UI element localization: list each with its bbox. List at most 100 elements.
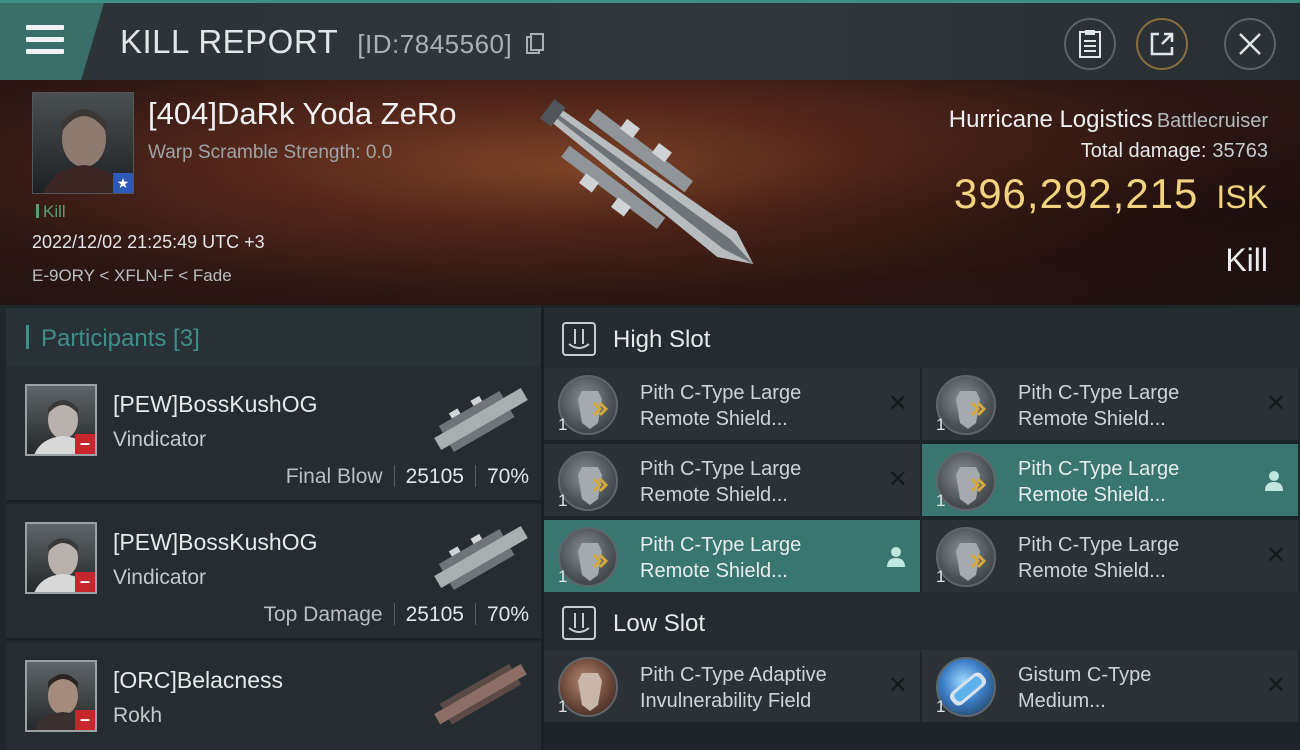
- clipboard-button[interactable]: [1064, 18, 1116, 70]
- stat-divider: [474, 465, 476, 487]
- participant-row[interactable]: – [PEW]BossKushOG Vindicator Top Damage 2…: [6, 504, 541, 640]
- participant-damage: 25105: [405, 603, 464, 626]
- module-name-line2: Remote Shield...: [640, 408, 788, 430]
- module-quantity: 1: [558, 567, 568, 586]
- menu-button[interactable]: [0, 3, 104, 80]
- module-quantity: 1: [936, 567, 946, 586]
- export-button[interactable]: [1136, 18, 1188, 70]
- module-name-line1: Pith C-Type Large: [1018, 382, 1180, 404]
- stat-divider: [393, 603, 395, 625]
- participant-row[interactable]: – [PEW]BossKushOG Vindicator Final Blow 2…: [6, 366, 541, 502]
- participants-title: Participants [3]: [26, 325, 200, 353]
- module-quantity: 1: [558, 491, 568, 510]
- module-name: Pith C-Type Large Remote Shield...: [1018, 532, 1258, 584]
- participant-ship: Vindicator: [113, 428, 207, 451]
- avatar[interactable]: –: [25, 522, 97, 594]
- module-name-line1: Gistum C-Type: [1018, 664, 1152, 686]
- participant-stats: Final Blow 25105 70%: [286, 465, 529, 489]
- hostile-badge-icon: –: [75, 710, 95, 730]
- module-name-line2: Remote Shield...: [1018, 484, 1166, 506]
- module-name-line1: Pith C-Type Large: [1018, 458, 1180, 480]
- module-name-line2: Remote Shield...: [640, 560, 788, 582]
- participant-ship-image: [434, 525, 528, 590]
- module-quantity: 1: [936, 697, 946, 716]
- participant-name[interactable]: [ORC]Belacness: [113, 667, 283, 694]
- kill-location-route[interactable]: E-9ORY < XFLN-F < Fade: [32, 266, 232, 286]
- module-name: Pith C-Type Large Remote Shield...: [1018, 380, 1258, 432]
- module-name-line2: Remote Shield...: [640, 484, 788, 506]
- page-title-text: KILL REPORT: [120, 23, 338, 60]
- kill-tag-text: Kill: [43, 202, 66, 221]
- module-item[interactable]: 1 Pith C-Type Large Remote Shield...: [544, 520, 920, 594]
- module-item[interactable]: 1 Pith C-Type Large Remote Shield... ✕: [922, 520, 1298, 594]
- kill-tag-marker: [36, 204, 39, 218]
- participant-ship: Rokh: [113, 704, 163, 727]
- participant-name[interactable]: [PEW]BossKushOG: [113, 529, 318, 556]
- module-item[interactable]: 1 Pith C-Type Adaptive Invulnerability Fi…: [544, 650, 920, 724]
- fittings-panel: High Slot 1 Pith C-Type Large Remote Shie…: [544, 305, 1300, 750]
- module-name-line1: Pith C-Type Adaptive: [640, 664, 827, 686]
- low-slot-icon: [562, 606, 596, 640]
- ship-name: Hurricane Logistics: [948, 106, 1153, 133]
- participant-row[interactable]: – [ORC]Belacness Rokh: [6, 642, 541, 750]
- module-item[interactable]: 1 Gistum C-Type Medium... ✕: [922, 650, 1298, 724]
- victim-name[interactable]: [404]DaRk Yoda ZeRo: [148, 96, 457, 132]
- victim-portrait[interactable]: ★: [32, 92, 134, 194]
- victim-ship[interactable]: Hurricane Logistics Battlecruiser: [949, 106, 1268, 134]
- module-name: Pith C-Type Large Remote Shield...: [1018, 456, 1258, 508]
- module-item[interactable]: 1 Pith C-Type Large Remote Shield... ✕: [922, 368, 1298, 442]
- victim-ship-image: [539, 99, 754, 265]
- module-name-line2: Invulnerability Field: [640, 690, 812, 712]
- module-item[interactable]: 1 Pith C-Type Large Remote Shield... ✕: [544, 368, 920, 442]
- hostile-badge-icon: –: [75, 434, 95, 454]
- participant-percent: 70%: [486, 465, 529, 488]
- page-title: KILL REPORT [ID:7845560]: [120, 23, 544, 63]
- kill-result: Kill: [1225, 242, 1268, 278]
- destroyed-icon: ✕: [887, 466, 908, 493]
- destroyed-icon: ✕: [887, 672, 908, 699]
- high-slot-icon: [562, 322, 596, 356]
- participant-percent: 70%: [486, 603, 529, 626]
- report-id: [ID:7845560]: [357, 29, 513, 59]
- module-name-line2: Remote Shield...: [1018, 408, 1166, 430]
- destroyed-icon: ✕: [887, 390, 908, 417]
- copy-icon[interactable]: [525, 25, 544, 63]
- stat-divider: [393, 465, 395, 487]
- participants-title-text: Participants [3]: [41, 325, 200, 352]
- star-badge-icon: ★: [113, 173, 133, 193]
- module-name-line1: Pith C-Type Large: [640, 534, 802, 556]
- module-quantity: 1: [558, 415, 568, 434]
- dropped-person-icon: [886, 546, 906, 573]
- export-icon: [1150, 32, 1174, 56]
- avatar[interactable]: –: [25, 384, 97, 456]
- module-name-line1: Pith C-Type Large: [1018, 534, 1180, 556]
- close-button[interactable]: [1224, 18, 1276, 70]
- participant-name[interactable]: [PEW]BossKushOG: [113, 391, 318, 418]
- avatar[interactable]: –: [25, 660, 97, 732]
- clipboard-icon: [1079, 30, 1101, 58]
- module-name: Pith C-Type Adaptive Invulnerability Fiel…: [640, 662, 880, 714]
- participant-damage: 25105: [405, 465, 464, 488]
- module-item[interactable]: 1 Pith C-Type Large Remote Shield...: [922, 444, 1298, 518]
- isk-value: 396,292,215: [953, 170, 1199, 217]
- isk-value-row: 396,292,215 ISK: [954, 170, 1268, 218]
- warp-scramble-strength: Warp Scramble Strength: 0.0: [148, 142, 393, 163]
- victim-banner: ★ [404]DaRk Yoda ZeRo Warp Scramble Stre…: [0, 80, 1300, 305]
- module-quantity: 1: [558, 697, 568, 716]
- module-item[interactable]: 1 Pith C-Type Large Remote Shield... ✕: [544, 444, 920, 518]
- participants-title-marker: [26, 325, 29, 349]
- top-bar: KILL REPORT [ID:7845560]: [0, 0, 1300, 80]
- dropped-person-icon: [1264, 470, 1284, 497]
- low-slot-header: Low Slot: [544, 592, 1300, 652]
- total-damage: Total damage: 35763: [1081, 140, 1268, 163]
- module-quantity: 1: [936, 415, 946, 434]
- participant-role: Top Damage: [263, 603, 383, 626]
- hamburger-icon-bar: [26, 37, 64, 42]
- participant-ship-image: [434, 663, 527, 725]
- module-name: Pith C-Type Large Remote Shield...: [640, 532, 880, 584]
- module-quantity: 1: [936, 491, 946, 510]
- kill-tag: Kill: [36, 202, 66, 222]
- destroyed-icon: ✕: [1265, 542, 1286, 569]
- module-name: Pith C-Type Large Remote Shield...: [640, 380, 880, 432]
- participant-role: Final Blow: [285, 465, 383, 488]
